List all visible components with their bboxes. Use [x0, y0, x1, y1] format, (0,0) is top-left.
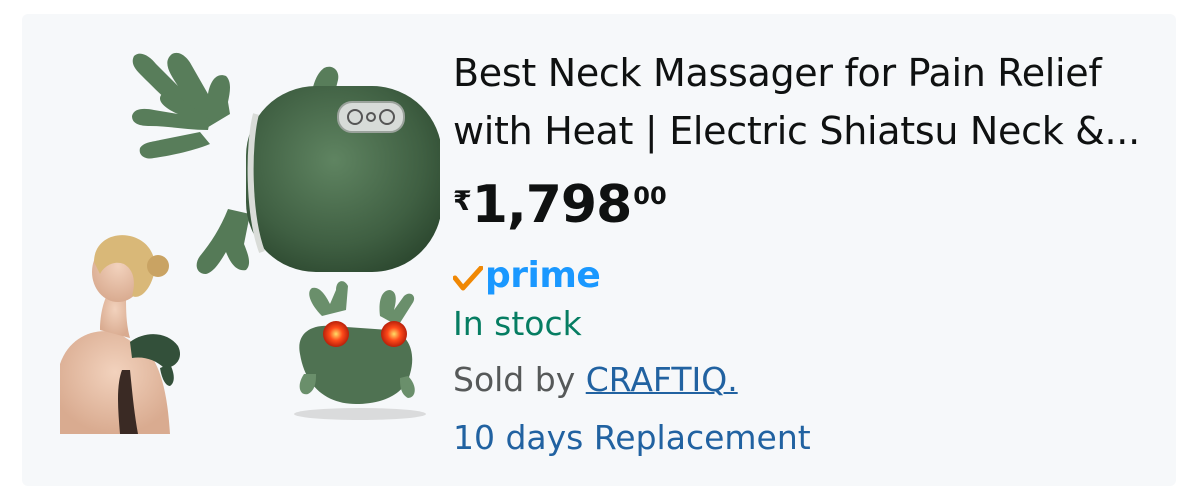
- product-price: ₹ 1,798 00: [453, 174, 667, 236]
- massager-body: [246, 86, 442, 272]
- product-title-line1[interactable]: Best Neck Massager for Pain Relief: [453, 44, 1153, 102]
- sold-by-label: Sold by: [453, 360, 586, 399]
- product-image[interactable]: [60, 34, 442, 434]
- product-title-line2[interactable]: with Heat | Electric Shiatsu Neck &...: [453, 102, 1153, 160]
- massager-heat-view: [294, 281, 426, 420]
- woman-using-massager: [60, 235, 181, 434]
- price-currency-symbol: ₹: [453, 186, 472, 217]
- massager-lower-arm: [196, 209, 250, 274]
- product-card[interactable]: Best Neck Massager for Pain Relief with …: [22, 14, 1176, 486]
- product-title[interactable]: Best Neck Massager for Pain Relief with …: [453, 44, 1153, 160]
- massager-left-hand: [132, 52, 230, 159]
- check-icon: [453, 266, 483, 291]
- prime-badge: prime: [453, 250, 601, 300]
- seller-link[interactable]: CRAFTIQ.: [586, 360, 738, 399]
- massager-illustration: [60, 52, 442, 434]
- stock-status: In stock: [453, 304, 582, 343]
- prime-label: prime: [485, 254, 601, 296]
- replacement-policy[interactable]: 10 days Replacement: [453, 418, 811, 457]
- sold-by: Sold by CRAFTIQ.: [453, 360, 738, 399]
- price-fraction: 00: [633, 182, 667, 210]
- price-whole: 1,798: [471, 175, 632, 235]
